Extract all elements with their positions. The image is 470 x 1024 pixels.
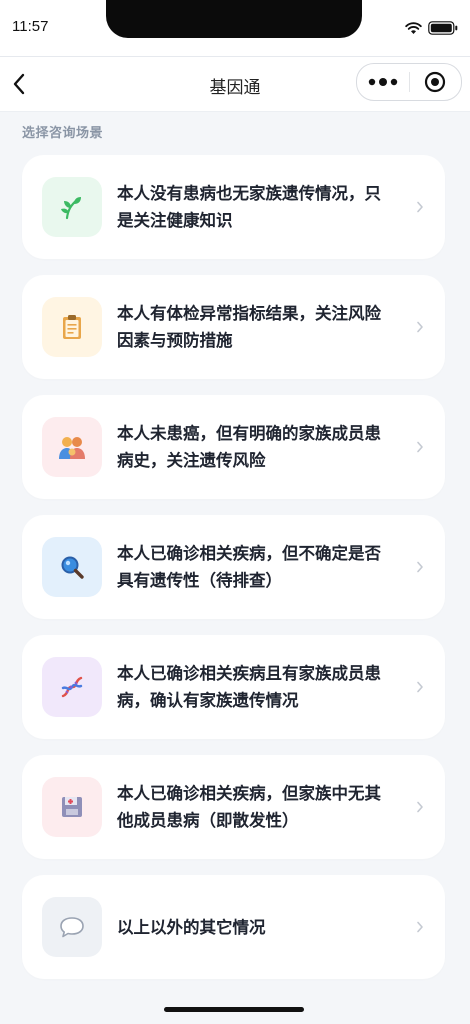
scenario-text: 本人已确诊相关疾病且有家族成员患病，确认有家族遗传情况 xyxy=(117,664,381,710)
scenario-card[interactable]: 本人有体检异常指标结果，关注风险因素与预防措施 xyxy=(22,275,445,379)
scenario-card[interactable]: 本人未患癌，但有明确的家族成员患病史，关注遗传风险 xyxy=(22,395,445,499)
notch xyxy=(106,0,362,38)
scenario-text: 本人已确诊相关疾病，但不确定是否具有遗传性（待排查） xyxy=(117,544,381,590)
chevron-right-icon xyxy=(413,199,427,215)
more-button[interactable] xyxy=(357,64,409,100)
family-icon xyxy=(57,434,87,460)
scenario-icon-box xyxy=(42,777,102,837)
scenario-card[interactable]: 本人已确诊相关疾病，但不确定是否具有遗传性（待排查） xyxy=(22,515,445,619)
sprout-icon xyxy=(59,194,85,220)
nav-bar: 基因通 xyxy=(0,56,470,112)
scenario-text: 本人未患癌，但有明确的家族成员患病史，关注遗传风险 xyxy=(117,424,381,470)
scenario-card[interactable]: 以上以外的其它情况 xyxy=(22,875,445,979)
chevron-right-icon xyxy=(413,679,427,695)
phone-screen: 11:57 基因通 选择咨询场景 本人没有患病也无家族遗传情况，只是关注健康知识… xyxy=(0,0,470,1024)
status-time: 11:57 xyxy=(12,18,49,35)
scenario-icon-box xyxy=(42,297,102,357)
section-label: 选择咨询场景 xyxy=(22,126,104,141)
scenario-list: 本人没有患病也无家族遗传情况，只是关注健康知识 本人有体检异常指标结果，关注风险… xyxy=(22,155,445,995)
scenario-text: 本人已确诊相关疾病，但家族中无其他成员患病（即散发性） xyxy=(117,784,381,830)
chevron-right-icon xyxy=(413,799,427,815)
chevron-right-icon xyxy=(413,559,427,575)
scenario-icon-box xyxy=(42,897,102,957)
status-bar: 11:57 xyxy=(0,0,470,56)
scenario-card[interactable]: 本人没有患病也无家族遗传情况，只是关注健康知识 xyxy=(22,155,445,259)
scenario-card[interactable]: 本人已确诊相关疾病，但家族中无其他成员患病（即散发性） xyxy=(22,755,445,859)
scenario-text: 本人有体检异常指标结果，关注风险因素与预防措施 xyxy=(117,304,381,350)
target-close-icon xyxy=(425,71,446,93)
scenario-text: 本人没有患病也无家族遗传情况，只是关注健康知识 xyxy=(117,184,381,230)
miniprogram-capsule xyxy=(356,63,462,101)
close-miniprogram-button[interactable] xyxy=(410,64,462,100)
scenario-icon-box xyxy=(42,537,102,597)
scenario-text: 以上以外的其它情况 xyxy=(117,917,266,937)
chevron-right-icon xyxy=(413,439,427,455)
scenario-card[interactable]: 本人已确诊相关疾病且有家族成员患病，确认有家族遗传情况 xyxy=(22,635,445,739)
magnifier-icon xyxy=(59,554,85,580)
battery-icon xyxy=(428,20,458,39)
more-dots-icon xyxy=(368,78,397,86)
chevron-right-icon xyxy=(413,919,427,935)
status-icons xyxy=(405,20,458,38)
chevron-right-icon xyxy=(413,319,427,335)
scenario-icon-box xyxy=(42,177,102,237)
medical-floppy-icon xyxy=(59,794,85,820)
speech-bubble-icon xyxy=(58,915,86,939)
scenario-icon-box xyxy=(42,417,102,477)
dna-icon xyxy=(59,674,85,700)
home-indicator xyxy=(164,1007,304,1012)
wifi-icon xyxy=(405,20,422,39)
clipboard-icon xyxy=(59,313,85,341)
scenario-icon-box xyxy=(42,657,102,717)
